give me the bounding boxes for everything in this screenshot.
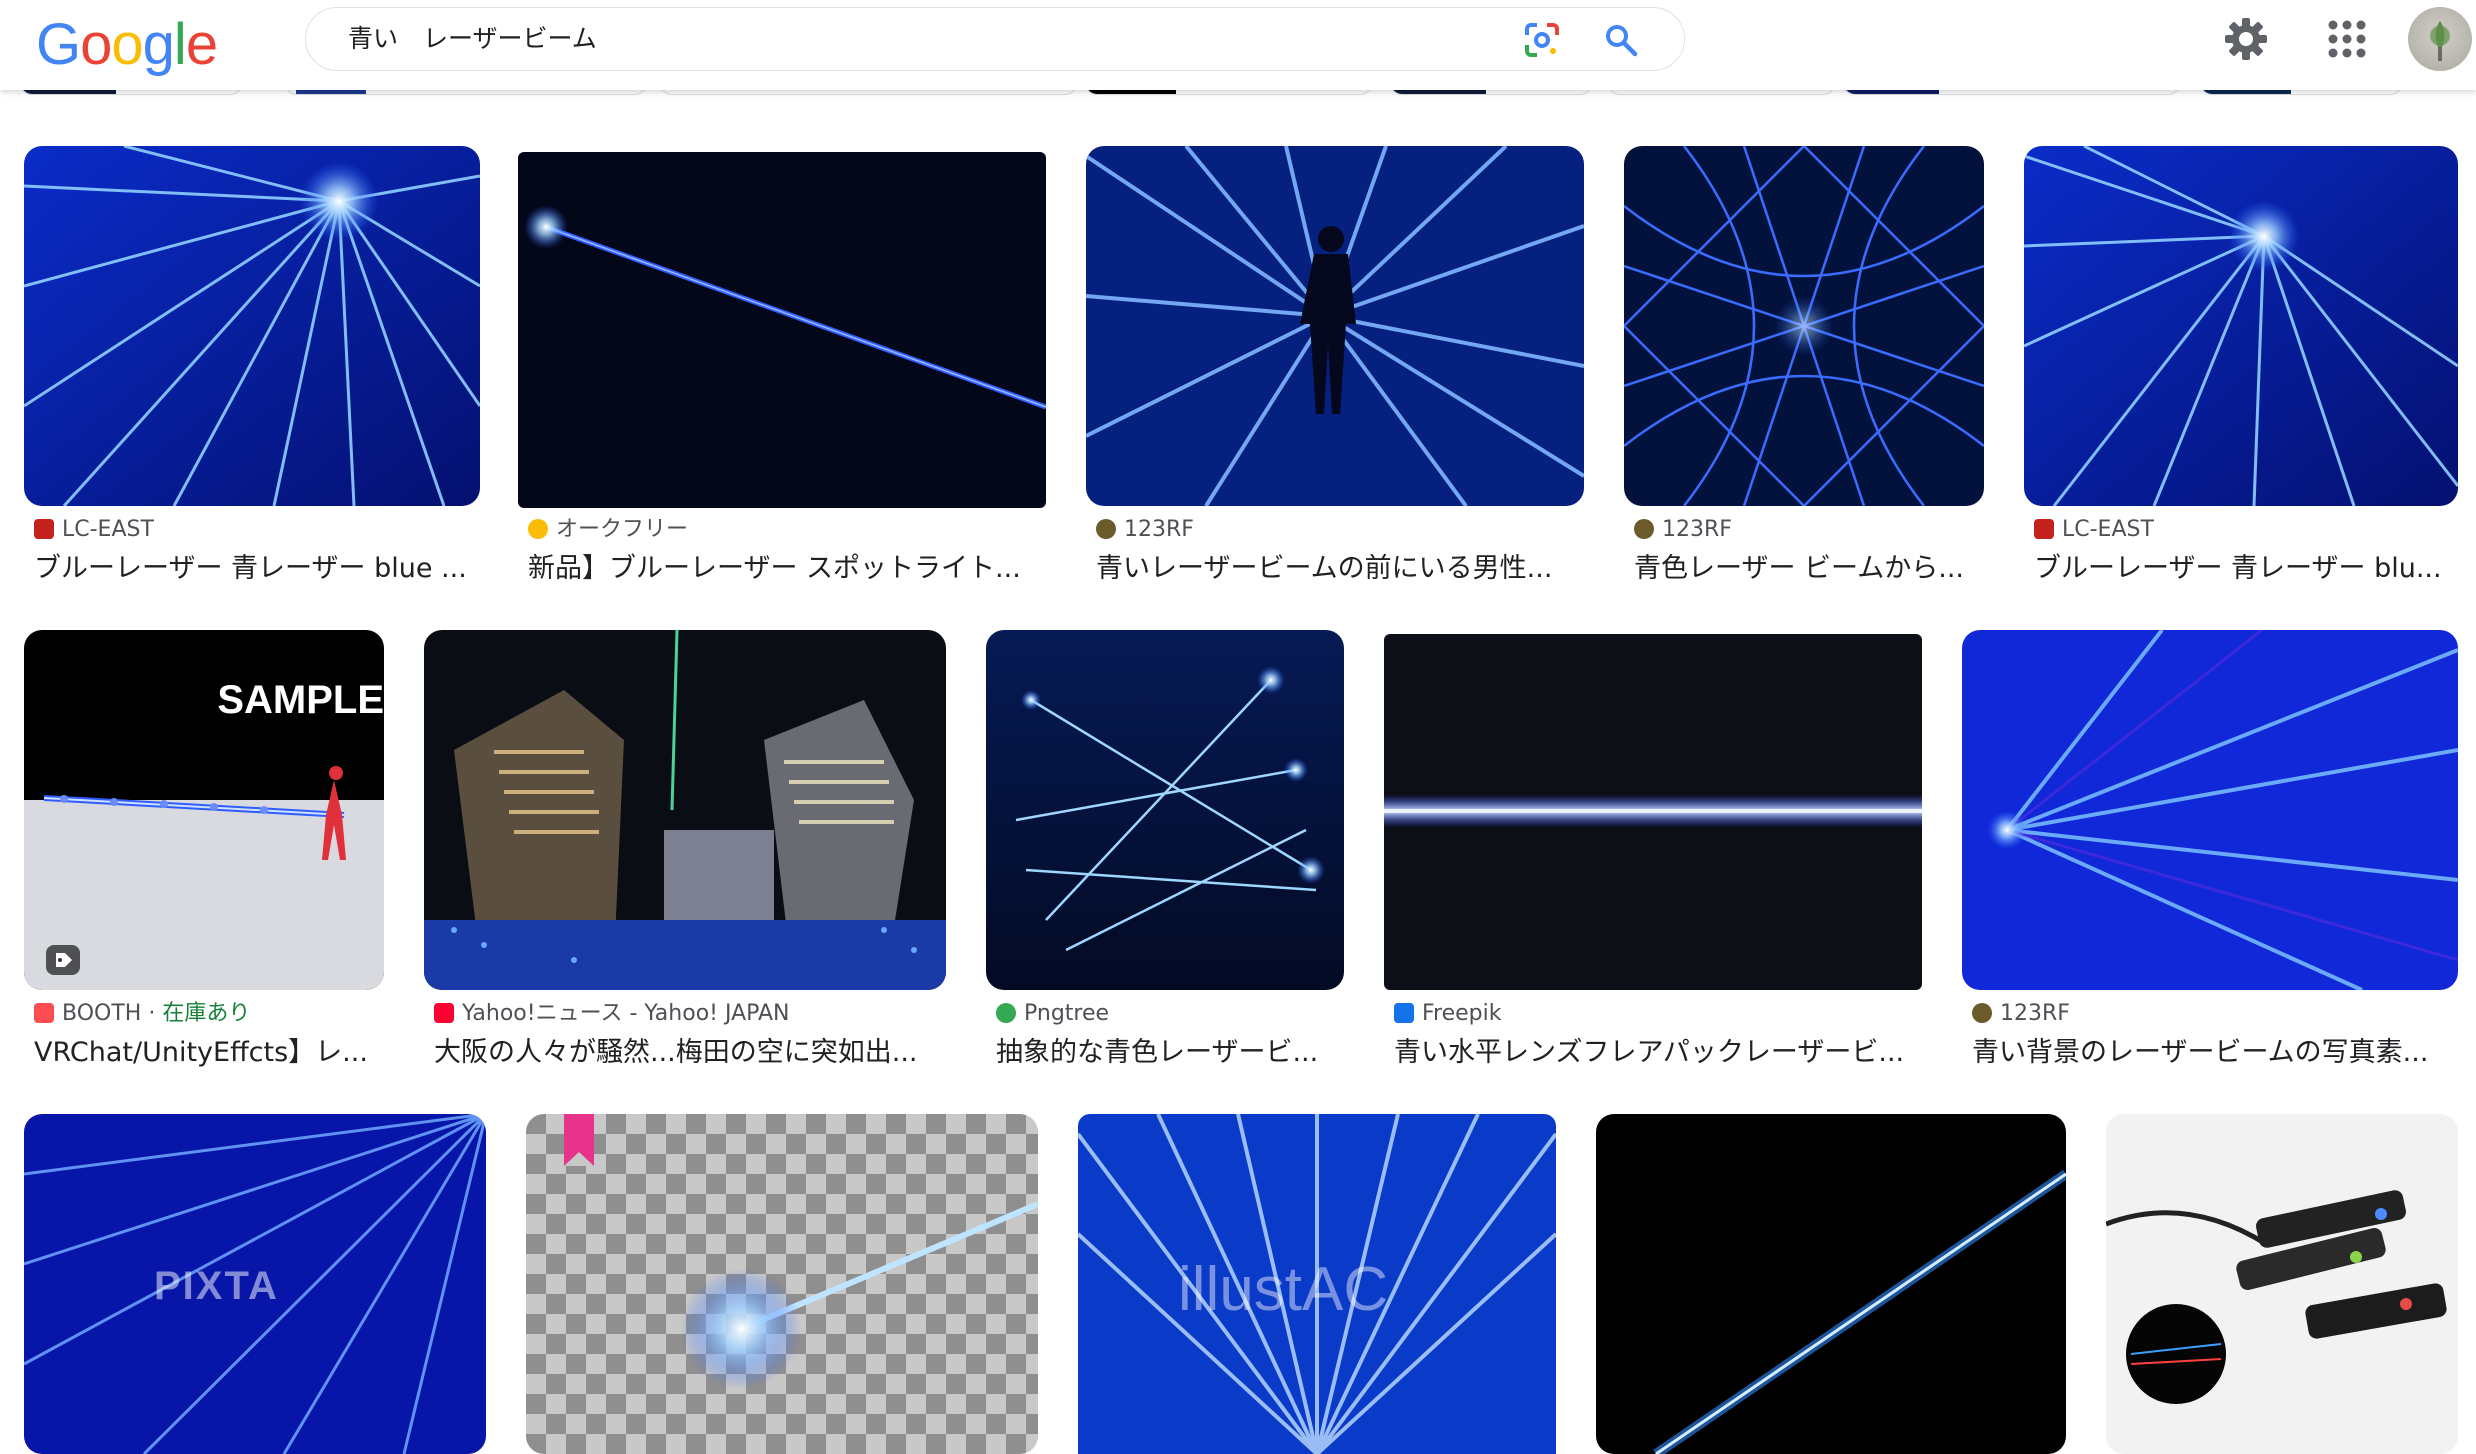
image-result-card[interactable]: LC-EAST ブルーレーザー 青レーザー blue ... (24, 146, 480, 596)
result-source[interactable]: 123RF (1634, 515, 1732, 545)
laser-pointer-beam-image (518, 152, 1046, 508)
result-source[interactable]: Pngtree (996, 999, 1109, 1029)
source-name: 123RF (1124, 517, 1194, 542)
laser-module-product-image (2106, 1114, 2458, 1454)
top-bar: Google 青い レーザービーム (0, 0, 2476, 90)
result-thumbnail[interactable] (1596, 1114, 2066, 1454)
diagonal-laser-image (1596, 1114, 2066, 1454)
image-result-card[interactable]: 123RF 青いレーザービームの前にいる男性... (1086, 146, 1584, 596)
result-title[interactable]: VRChat/UnityEffcts】レ... (34, 1035, 384, 1071)
result-source[interactable]: BOOTH · 在庫あり (34, 999, 250, 1029)
pixta-watermark: PIXTA (154, 1264, 279, 1308)
image-result-card[interactable]: Yahoo!ニュース - Yahoo! JAPAN 大阪の人々が騒然...梅田の… (424, 630, 946, 1080)
product-tag-icon (46, 945, 80, 975)
laser-web-pattern-image (1624, 146, 1984, 506)
result-thumbnail[interactable]: SAMPLE (24, 630, 384, 990)
yahoo-icon (434, 1003, 454, 1023)
result-thumbnail[interactable] (1624, 146, 1984, 506)
result-title[interactable]: 青い水平レンズフレアパックレーザービ... (1394, 1035, 1922, 1071)
result-source[interactable]: LC-EAST (34, 515, 154, 545)
source-name: Pngtree (1024, 1001, 1110, 1026)
image-result-card[interactable]: SAMPLE BOOTH · 在庫あり VRChat/UnityEffcts】レ… (24, 630, 384, 1080)
lc-east-icon (34, 519, 54, 539)
stock-status: 在庫あり (162, 1001, 251, 1026)
magnifier-icon[interactable] (1604, 23, 1638, 57)
laser-fan-image (24, 146, 480, 506)
result-title[interactable]: 青い背景のレーザービームの写真素... (1972, 1035, 2458, 1071)
image-result-card[interactable]: 123RF 青い背景のレーザービームの写真素... (1962, 630, 2458, 1080)
search-input[interactable]: 青い レーザービーム (348, 8, 597, 70)
sample-watermark: SAMPLE (217, 678, 384, 722)
123rf-icon (1972, 1003, 1992, 1023)
image-result-card[interactable]: Freepik 青い水平レンズフレアパックレーザービ... (1384, 630, 1922, 1080)
result-title[interactable]: 青いレーザービームの前にいる男性... (1096, 551, 1581, 587)
crossing-lasers-image (986, 630, 1344, 990)
result-thumbnail[interactable] (986, 630, 1344, 990)
source-name: 123RF (1662, 517, 1732, 542)
image-result-card[interactable] (1596, 1114, 2066, 1454)
horizontal-lens-flare-image (1384, 634, 1922, 990)
image-result-card[interactable]: LC-EAST ブルーレーザー 青レーザー blu... (2024, 146, 2458, 596)
result-thumbnail[interactable] (424, 630, 946, 990)
laser-fan-image (2024, 146, 2458, 506)
result-title[interactable]: 新品】ブルーレーザー スポットライト... (528, 551, 1043, 587)
account-avatar[interactable] (2408, 7, 2472, 71)
source-name: LC-EAST (2062, 517, 2154, 542)
result-thumbnail[interactable] (1384, 634, 1922, 990)
image-result-card[interactable]: Pngtree 抽象的な青色レーザービ... (986, 630, 1344, 1080)
source-name: Freepik (1422, 1001, 1502, 1026)
123rf-icon (1634, 519, 1654, 539)
man-in-lasers-image (1086, 146, 1584, 506)
result-title[interactable]: ブルーレーザー 青レーザー blue ... (34, 551, 479, 587)
result-thumbnail[interactable] (526, 1114, 1038, 1454)
umeda-night-sky-image (424, 630, 946, 990)
image-result-card[interactable] (2106, 1114, 2458, 1454)
search-box[interactable]: 青い レーザービーム (305, 7, 1685, 71)
apps-grid-icon[interactable] (2326, 18, 2368, 60)
result-title[interactable]: 青色レーザー ビームから... (1634, 551, 1984, 587)
result-thumbnail[interactable] (1086, 146, 1584, 506)
oakfree-icon (528, 519, 548, 539)
result-source[interactable]: オークフリー (528, 515, 688, 545)
source-name: 123RF (2000, 1001, 2070, 1026)
123rf-icon (1096, 519, 1116, 539)
result-thumbnail[interactable] (2024, 146, 2458, 506)
lc-east-icon (2034, 519, 2054, 539)
google-lens-icon[interactable] (1523, 21, 1561, 59)
result-source[interactable]: 123RF (1096, 515, 1194, 545)
source-name: Yahoo!ニュース - Yahoo! JAPAN (462, 1001, 790, 1026)
result-thumbnail[interactable] (24, 146, 480, 506)
result-title[interactable]: ブルーレーザー 青レーザー blu... (2034, 551, 2459, 587)
image-result-card[interactable]: PIXTA (24, 1114, 486, 1454)
blue-background-laser-image (1962, 630, 2458, 990)
result-thumbnail[interactable] (2106, 1114, 2458, 1454)
freepik-icon (1394, 1003, 1414, 1023)
image-result-card[interactable]: オークフリー 新品】ブルーレーザー スポットライト... (518, 146, 1046, 596)
google-logo[interactable]: Google (36, 10, 218, 80)
result-source[interactable]: Freepik (1394, 999, 1502, 1029)
result-title[interactable]: 大阪の人々が騒然...梅田の空に突如出... (434, 1035, 946, 1071)
gear-icon[interactable] (2223, 16, 2269, 62)
image-result-card[interactable]: 123RF 青色レーザー ビームから... (1624, 146, 1984, 596)
illustac-watermark: illustAC (1178, 1255, 1389, 1324)
source-name: オークフリー (556, 517, 689, 542)
result-source[interactable]: Yahoo!ニュース - Yahoo! JAPAN (434, 999, 789, 1029)
source-name: BOOTH · (62, 1001, 163, 1026)
source-name: LC-EAST (62, 517, 154, 542)
image-result-card[interactable] (526, 1114, 1038, 1454)
avatar-image (2435, 21, 2445, 61)
booth-icon (34, 1003, 54, 1023)
result-source[interactable]: LC-EAST (2034, 515, 2154, 545)
result-title[interactable]: 抽象的な青色レーザービ... (996, 1035, 1344, 1071)
result-thumbnail[interactable] (1962, 630, 2458, 990)
result-thumbnail[interactable] (518, 152, 1046, 508)
laser-on-transparent-image (526, 1114, 1038, 1454)
result-thumbnail[interactable]: PIXTA (24, 1114, 486, 1454)
result-thumbnail[interactable]: illustAC (1078, 1114, 1556, 1454)
pngtree-icon (996, 1003, 1016, 1023)
image-result-card[interactable]: illustAC (1078, 1114, 1556, 1454)
result-source[interactable]: 123RF (1972, 999, 2070, 1029)
